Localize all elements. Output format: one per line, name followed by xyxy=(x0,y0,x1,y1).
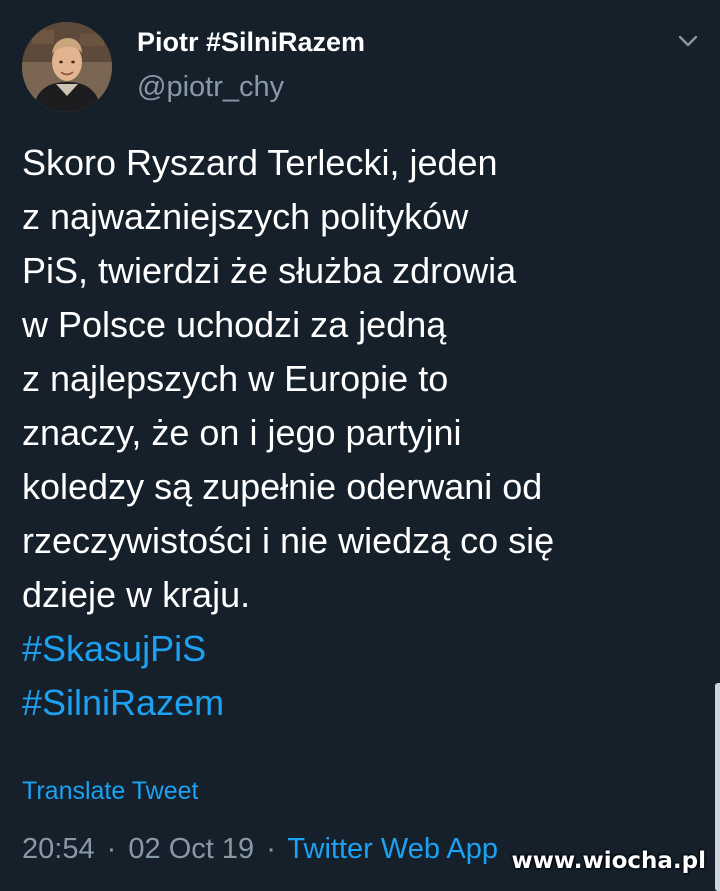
author-name[interactable]: Piotr #SilniRazem xyxy=(137,26,365,58)
translate-tweet-link[interactable]: Translate Tweet xyxy=(22,774,198,808)
tweet-text-line: koledzy są zupełnie oderwani od xyxy=(22,466,543,507)
meta-separator: · xyxy=(106,833,117,865)
author-handle[interactable]: @piotr_chy xyxy=(137,70,284,104)
tweet-text-line: dzieje w kraju. xyxy=(22,574,251,615)
tweet-text-line: z najlepszych w Europie to xyxy=(22,358,449,399)
tweet-text-line: w Polsce uchodzi za jedną xyxy=(22,304,447,345)
chevron-down-icon xyxy=(678,35,698,47)
tweet-menu-button[interactable] xyxy=(670,26,706,56)
watermark: www.wiocha.pl xyxy=(511,848,706,874)
scrollbar[interactable] xyxy=(715,683,720,891)
tweet-text-line: PiS, twierdzi że służba zdrowia xyxy=(22,250,517,291)
meta-separator: · xyxy=(266,833,276,865)
tweet-text-line: z najważniejszych polityków xyxy=(22,196,469,237)
tweet-date: 02 Oct 19 xyxy=(128,833,255,865)
tweet-time: 20:54 xyxy=(22,833,95,865)
tweet-text-line: Skoro Ryszard Terlecki, jeden xyxy=(22,142,498,183)
avatar[interactable] xyxy=(22,22,112,112)
tweet-text-line: rzeczywistości i nie wiedzą co się xyxy=(22,520,555,561)
tweet-source-link[interactable]: Twitter Web App xyxy=(287,833,498,865)
hashtag-link-skasujpis[interactable]: #SkasujPiS xyxy=(22,622,206,676)
tweet-text-line: znaczy, że on i jego partyjni xyxy=(22,412,462,453)
tweet-meta: 20:54 · 02 Oct 19 · Twitter Web App xyxy=(22,830,498,868)
user-avatar-photo-icon xyxy=(22,22,112,112)
hashtag-link-silnirazem[interactable]: #SilniRazem xyxy=(22,676,224,730)
tweet-text: Skoro Ryszard Terlecki, jeden z najważni… xyxy=(22,136,712,730)
